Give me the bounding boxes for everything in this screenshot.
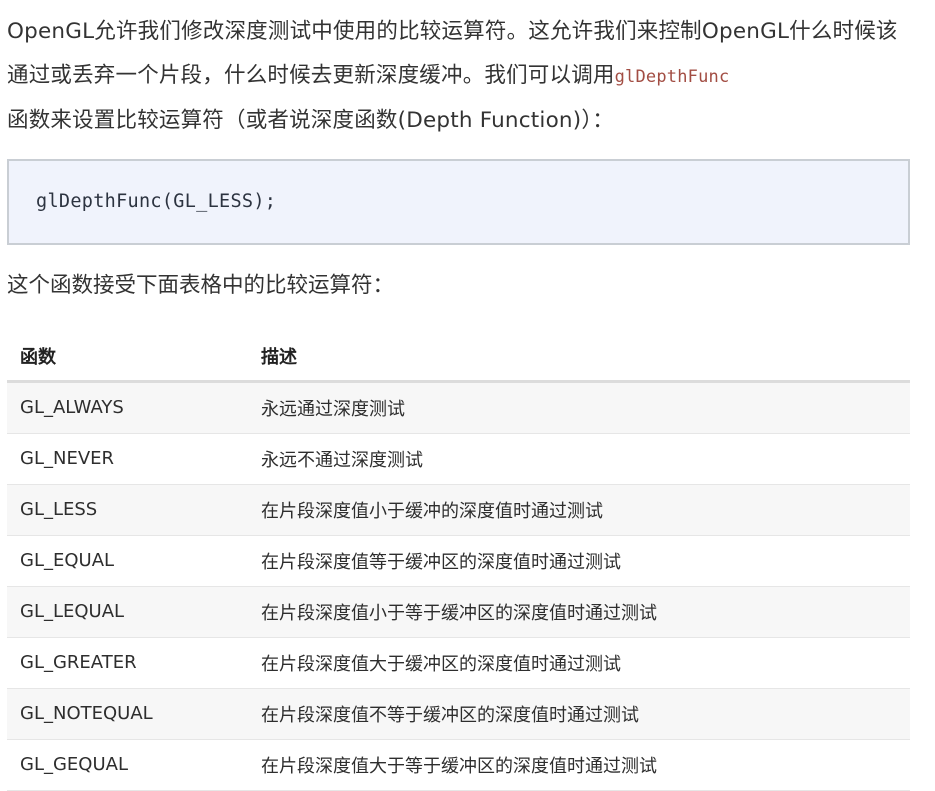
code-line: glDepthFunc(GL_LESS); xyxy=(36,191,277,212)
intro-text: OpenGL允许我们修改深度测试中使用的比较运算符。这允许我们来控制OpenGL… xyxy=(7,19,898,88)
function-cell: GL_GREATER xyxy=(7,637,248,689)
table-row: GL_NEVER 永远不通过深度测试 xyxy=(7,433,910,485)
description-cell: 在片段深度值等于缓冲区的深度值时通过测试 xyxy=(248,535,910,587)
description-cell: 在片段深度值不等于缓冲区的深度值时通过测试 xyxy=(248,688,910,740)
code-block: glDepthFunc(GL_LESS); xyxy=(7,158,910,245)
comparison-operator-table: 函数 描述 GL_ALWAYS 永远通过深度测试 GL_NEVER 永远不通过深… xyxy=(7,331,910,791)
function-cell: GL_LEQUAL xyxy=(7,586,248,638)
table-row: GL_EQUAL 在片段深度值等于缓冲区的深度值时通过测试 xyxy=(7,535,910,587)
description-cell: 在片段深度值小于等于缓冲区的深度值时通过测试 xyxy=(248,586,910,638)
table-row: GL_LESS 在片段深度值小于缓冲的深度值时通过测试 xyxy=(7,484,910,536)
description-cell: 在片段深度值小于缓冲的深度值时通过测试 xyxy=(248,484,910,536)
description-cell: 在片段深度值大于等于缓冲区的深度值时通过测试 xyxy=(248,739,910,791)
intro-text-continued: 函数来设置比较运算符（或者说深度函数(Depth Function)）： xyxy=(7,108,614,133)
document-page: OpenGL允许我们修改深度测试中使用的比较运算符。这允许我们来控制OpenGL… xyxy=(0,0,935,791)
header-function: 函数 xyxy=(7,331,248,383)
function-cell: GL_GEQUAL xyxy=(7,739,248,791)
function-cell: GL_ALWAYS xyxy=(7,381,248,434)
description-cell: 永远通过深度测试 xyxy=(248,381,910,434)
table-header-row: 函数 描述 xyxy=(7,331,910,383)
inline-code-gldepthfunc: glDepthFunc xyxy=(614,66,730,87)
table-row: GL_GEQUAL 在片段深度值大于等于缓冲区的深度值时通过测试 xyxy=(7,739,910,791)
description-cell: 永远不通过深度测试 xyxy=(248,433,910,485)
intro-paragraph: OpenGL允许我们修改深度测试中使用的比较运算符。这允许我们来控制OpenGL… xyxy=(7,0,910,143)
description-cell: 在片段深度值大于缓冲区的深度值时通过测试 xyxy=(248,637,910,689)
header-description: 描述 xyxy=(248,331,910,383)
function-cell: GL_EQUAL xyxy=(7,535,248,587)
table-lead-text: 这个函数接受下面表格中的比较运算符： xyxy=(7,272,395,298)
function-cell: GL_LESS xyxy=(7,484,248,536)
function-cell: GL_NOTEQUAL xyxy=(7,688,248,740)
table-row: GL_GREATER 在片段深度值大于缓冲区的深度值时通过测试 xyxy=(7,637,910,689)
table-row: GL_NOTEQUAL 在片段深度值不等于缓冲区的深度值时通过测试 xyxy=(7,688,910,740)
table-row: GL_LEQUAL 在片段深度值小于等于缓冲区的深度值时通过测试 xyxy=(7,586,910,638)
table-row: GL_ALWAYS 永远通过深度测试 xyxy=(7,381,910,434)
function-cell: GL_NEVER xyxy=(7,433,248,485)
